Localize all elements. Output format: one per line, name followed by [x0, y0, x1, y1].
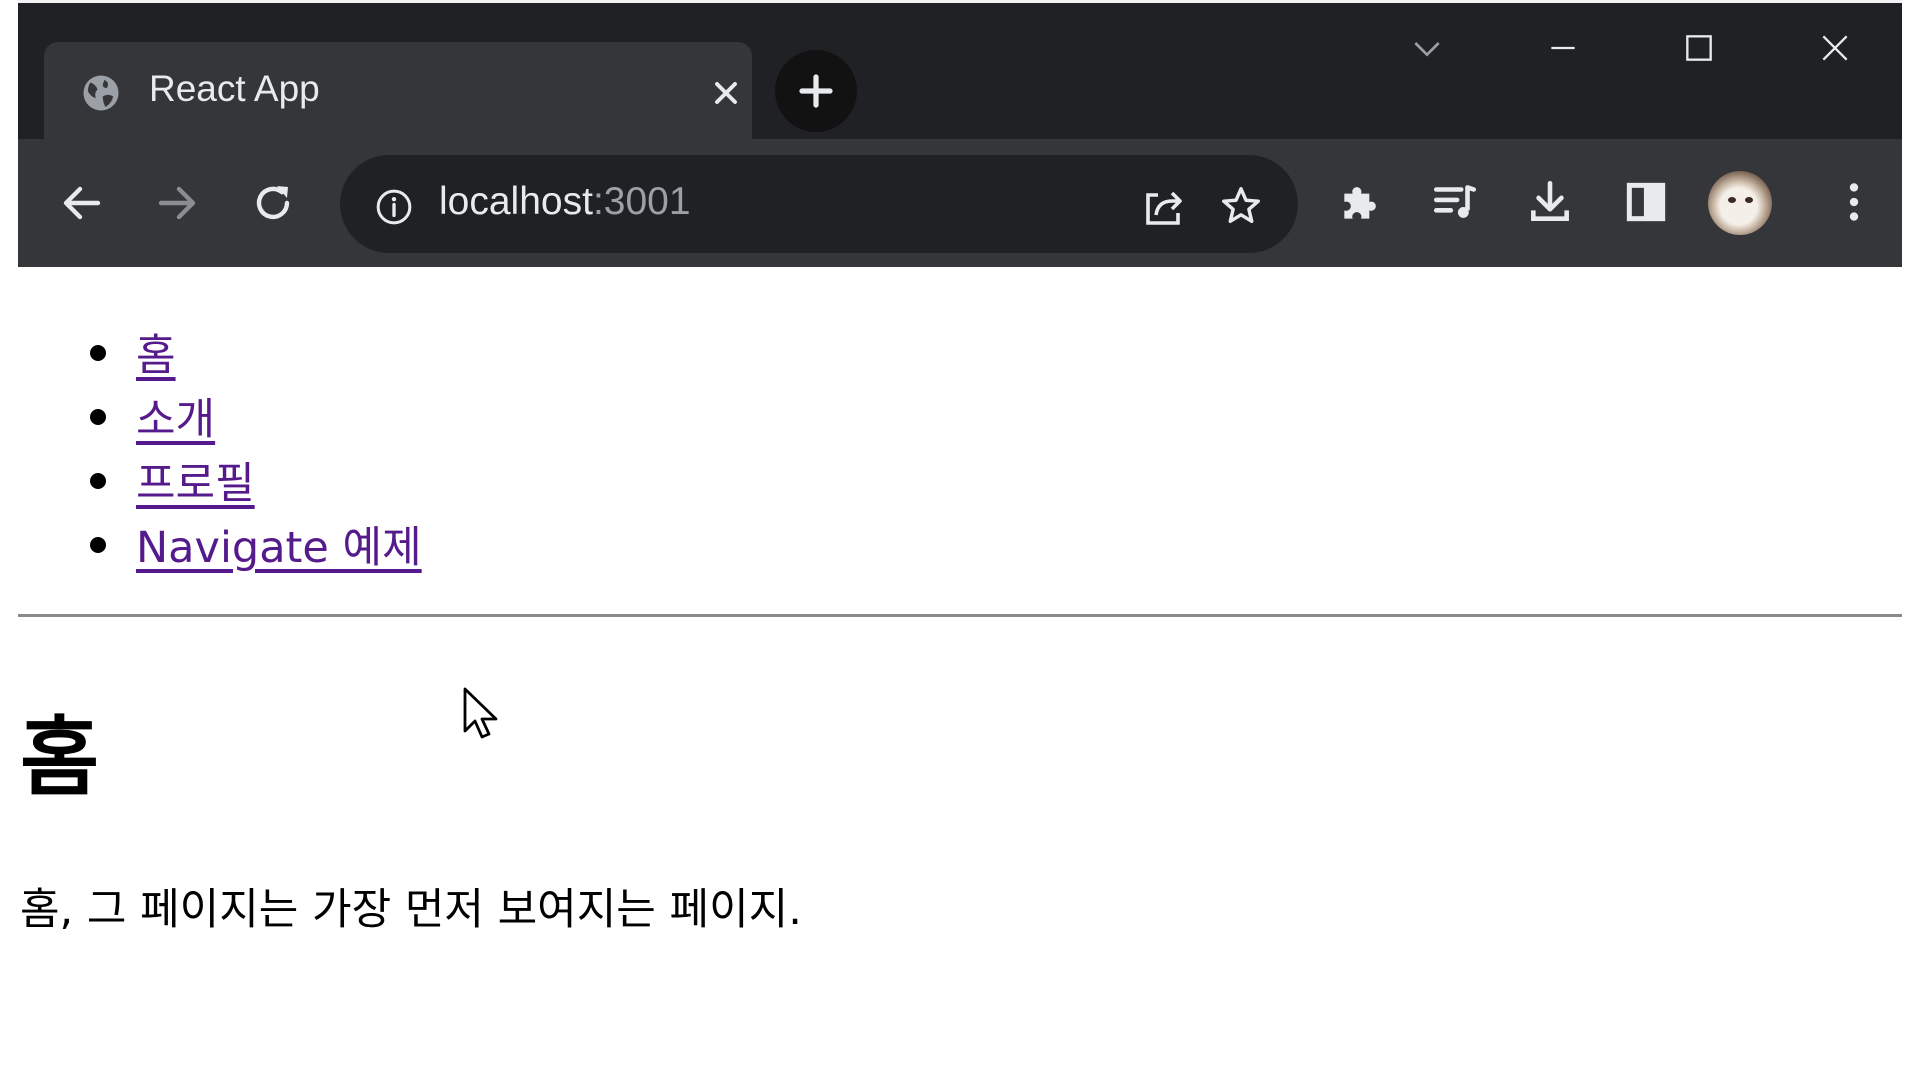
side-panel-icon[interactable] — [1621, 177, 1671, 227]
bullet — [90, 409, 106, 425]
star-icon[interactable] — [1218, 183, 1264, 229]
tab-title: React App — [149, 68, 320, 109]
active-tab[interactable]: React App — [44, 42, 752, 139]
screen: React App localhost:3001 홈 소개 프로필 Naviga… — [0, 0, 1920, 1080]
plus-icon — [799, 74, 833, 108]
menu-icon[interactable] — [1829, 177, 1879, 227]
left-edge — [0, 0, 18, 1080]
avatar[interactable] — [1708, 171, 1772, 235]
share-icon[interactable] — [1140, 183, 1188, 231]
back-icon[interactable] — [58, 179, 106, 227]
nav-link-home[interactable]: 홈 — [136, 321, 176, 383]
bullet — [90, 345, 106, 361]
minimize-icon[interactable] — [1543, 28, 1583, 68]
page-content: 홈 소개 프로필 Navigate 예제 홈 홈, 그 페이지는 가장 먼저 보… — [18, 267, 1902, 1080]
url-port: :3001 — [592, 180, 691, 223]
mouse-cursor-icon — [463, 687, 498, 739]
globe-icon — [83, 75, 119, 111]
nav-link-about[interactable]: 소개 — [136, 385, 215, 447]
download-icon[interactable] — [1525, 177, 1575, 227]
horizontal-rule — [18, 614, 1902, 617]
address-bar[interactable]: localhost:3001 — [340, 155, 1298, 253]
reload-icon[interactable] — [249, 179, 297, 227]
nav-link-profile[interactable]: 프로필 — [136, 449, 255, 511]
close-icon[interactable] — [1815, 28, 1855, 68]
avatar-eye — [1728, 197, 1736, 203]
page-paragraph: 홈, 그 페이지는 가장 먼저 보여지는 페이지. — [20, 885, 802, 935]
extensions-icon[interactable] — [1336, 177, 1386, 227]
page-title: 홈 — [20, 708, 100, 808]
reading-list-icon[interactable] — [1430, 177, 1480, 227]
url-text: localhost:3001 — [439, 180, 691, 224]
bullet — [90, 537, 106, 553]
bullet — [90, 473, 106, 489]
browser-toolbar: localhost:3001 — [18, 139, 1902, 267]
tab-strip: React App — [18, 3, 1902, 139]
tab-search-icon[interactable] — [1407, 28, 1447, 68]
new-tab-button[interactable] — [775, 50, 857, 132]
browser-window: React App localhost:3001 홈 소개 프로필 Naviga… — [18, 0, 1902, 1080]
info-icon[interactable] — [374, 187, 414, 227]
url-host: localhost — [439, 180, 593, 223]
forward-icon[interactable] — [153, 179, 201, 227]
nav-link-navigate-example[interactable]: Navigate 예제 — [136, 513, 422, 575]
maximize-icon[interactable] — [1679, 28, 1719, 68]
right-edge — [1902, 0, 1920, 1080]
tab-close-icon[interactable] — [708, 75, 744, 111]
avatar-eye — [1745, 197, 1753, 203]
